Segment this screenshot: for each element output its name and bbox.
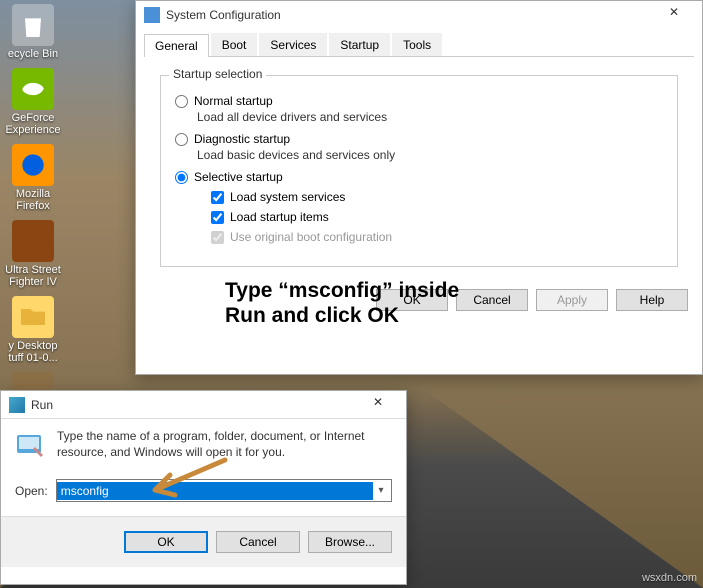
group-legend: Startup selection — [169, 67, 266, 81]
apply-button: Apply — [536, 289, 608, 311]
tab-boot[interactable]: Boot — [211, 33, 258, 56]
check-boot-input — [211, 231, 224, 244]
tab-services[interactable]: Services — [259, 33, 327, 56]
open-input[interactable] — [57, 482, 373, 500]
radio-diag-sub: Load basic devices and services only — [197, 148, 663, 162]
icon-label: GeForce Experience — [5, 112, 60, 136]
check-boot-config: Use original boot configuration — [211, 230, 663, 244]
icon-geforce[interactable]: GeForce Experience — [4, 68, 62, 136]
icon-firefox[interactable]: Mozilla Firefox — [4, 144, 62, 212]
run-description: Type the name of a program, folder, docu… — [57, 429, 392, 461]
startup-selection-group: Startup selection Normal startup Load al… — [160, 75, 678, 267]
run-dialog: Run ✕ Type the name of a program, folder… — [0, 390, 407, 585]
run-buttons: OK Cancel Browse... — [1, 516, 406, 567]
close-icon[interactable]: ✕ — [654, 5, 694, 25]
open-label: Open: — [15, 484, 48, 498]
cancel-button[interactable]: Cancel — [216, 531, 300, 553]
syscfg-title: System Configuration — [166, 8, 654, 22]
icon-label: Ultra Street Fighter IV — [5, 264, 61, 288]
run-icon — [9, 397, 25, 413]
chevron-down-icon[interactable]: ▾ — [373, 485, 389, 496]
radio-normal-input[interactable] — [175, 95, 188, 108]
check-sys-input[interactable] — [211, 191, 224, 204]
radio-label: Selective startup — [194, 170, 283, 184]
ok-button[interactable]: OK — [124, 531, 208, 553]
check-startup-items[interactable]: Load startup items — [211, 210, 663, 224]
radio-diag-input[interactable] — [175, 133, 188, 146]
help-button[interactable]: Help — [616, 289, 688, 311]
syscfg-icon — [144, 7, 160, 23]
icon-folder[interactable]: y Desktop tuff 01-0... — [4, 296, 62, 364]
icon-recycle-bin[interactable]: ecycle Bin — [4, 4, 62, 60]
close-icon[interactable]: ✕ — [358, 395, 398, 415]
check-label: Use original boot configuration — [230, 230, 392, 244]
icon-usf4[interactable]: Ultra Street Fighter IV — [4, 220, 62, 288]
icon-label: Mozilla Firefox — [16, 188, 50, 212]
annotation-text: Type “msconfig” inside Run and click OK — [225, 278, 505, 328]
radio-normal-sub: Load all device drivers and services — [197, 110, 663, 124]
radio-diagnostic[interactable]: Diagnostic startup — [175, 132, 663, 146]
tab-general[interactable]: General — [144, 34, 209, 57]
check-system-services[interactable]: Load system services — [211, 190, 663, 204]
check-startup-input[interactable] — [211, 211, 224, 224]
icon-label: y Desktop tuff 01-0... — [8, 340, 57, 364]
watermark: wsxdn.com — [642, 572, 697, 584]
radio-sel-input[interactable] — [175, 171, 188, 184]
tab-startup[interactable]: Startup — [329, 33, 390, 56]
run-titlebar[interactable]: Run ✕ — [1, 391, 406, 419]
run-app-icon — [15, 429, 47, 461]
syscfg-titlebar[interactable]: System Configuration ✕ — [136, 1, 702, 29]
radio-normal[interactable]: Normal startup — [175, 94, 663, 108]
syscfg-body: Startup selection Normal startup Load al… — [136, 57, 702, 279]
check-label: Load startup items — [230, 210, 329, 224]
radio-selective[interactable]: Selective startup — [175, 170, 663, 184]
run-title: Run — [31, 398, 358, 412]
radio-label: Diagnostic startup — [194, 132, 290, 146]
run-body: Type the name of a program, folder, docu… — [1, 419, 406, 471]
icon-label: ecycle Bin — [8, 48, 58, 60]
radio-label: Normal startup — [194, 94, 273, 108]
syscfg-tabs: General Boot Services Startup Tools — [144, 33, 694, 57]
browse-button[interactable]: Browse... — [308, 531, 392, 553]
run-open-row: Open: ▾ — [1, 471, 406, 516]
open-combo[interactable]: ▾ — [56, 479, 392, 502]
check-label: Load system services — [230, 190, 345, 204]
tab-tools[interactable]: Tools — [392, 33, 442, 56]
